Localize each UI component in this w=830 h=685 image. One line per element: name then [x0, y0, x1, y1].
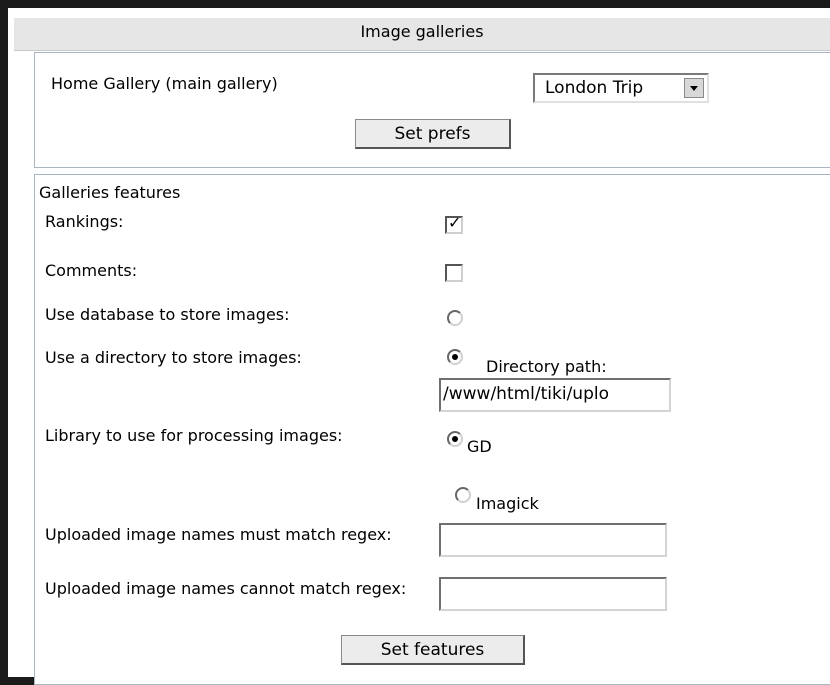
home-gallery-box: Home Gallery (main gallery) London Trip … — [34, 52, 830, 168]
regex-must-input[interactable] — [439, 523, 667, 557]
rankings-label: Rankings: — [45, 212, 124, 231]
library-imagick-label: Imagick — [476, 494, 539, 513]
use-database-label: Use database to store images: — [45, 305, 290, 324]
home-gallery-label: Home Gallery (main gallery) — [51, 74, 278, 93]
galleries-features-box: Galleries features Rankings: ✓ Comments:… — [34, 174, 830, 685]
library-gd-label: GD — [467, 437, 492, 456]
image-galleries-panel: Image galleries Home Gallery (main galle… — [8, 8, 830, 685]
library-label: Library to use for processing images: — [45, 426, 343, 445]
rankings-checkbox[interactable]: ✓ — [445, 213, 463, 234]
regex-cannot-input[interactable] — [439, 577, 667, 611]
regex-cannot-label: Uploaded image names cannot match regex: — [45, 579, 407, 598]
set-prefs-button[interactable]: Set prefs — [355, 119, 511, 149]
section-title: Galleries features — [39, 183, 181, 202]
directory-path-value: /www/html/tiki/uplo — [443, 384, 609, 404]
directory-path-label: Directory path: — [486, 357, 607, 376]
checkmark-icon: ✓ — [448, 213, 462, 232]
use-directory-radio[interactable] — [447, 349, 463, 365]
chevron-down-icon[interactable] — [684, 78, 704, 98]
use-directory-label: Use a directory to store images: — [45, 348, 302, 367]
regex-must-label: Uploaded image names must match regex: — [45, 525, 392, 544]
home-gallery-selected-value: London Trip — [545, 78, 644, 98]
panel-title: Image galleries — [360, 22, 484, 41]
set-features-button[interactable]: Set features — [341, 635, 525, 665]
comments-label: Comments: — [45, 261, 138, 280]
library-gd-radio[interactable] — [447, 431, 463, 447]
use-database-radio[interactable] — [447, 310, 463, 326]
comments-checkbox[interactable] — [445, 264, 463, 282]
panel-header: Image galleries — [14, 18, 830, 51]
library-imagick-radio[interactable] — [455, 487, 471, 503]
directory-path-input[interactable]: /www/html/tiki/uplo — [439, 378, 671, 412]
home-gallery-select[interactable]: London Trip — [533, 73, 709, 103]
